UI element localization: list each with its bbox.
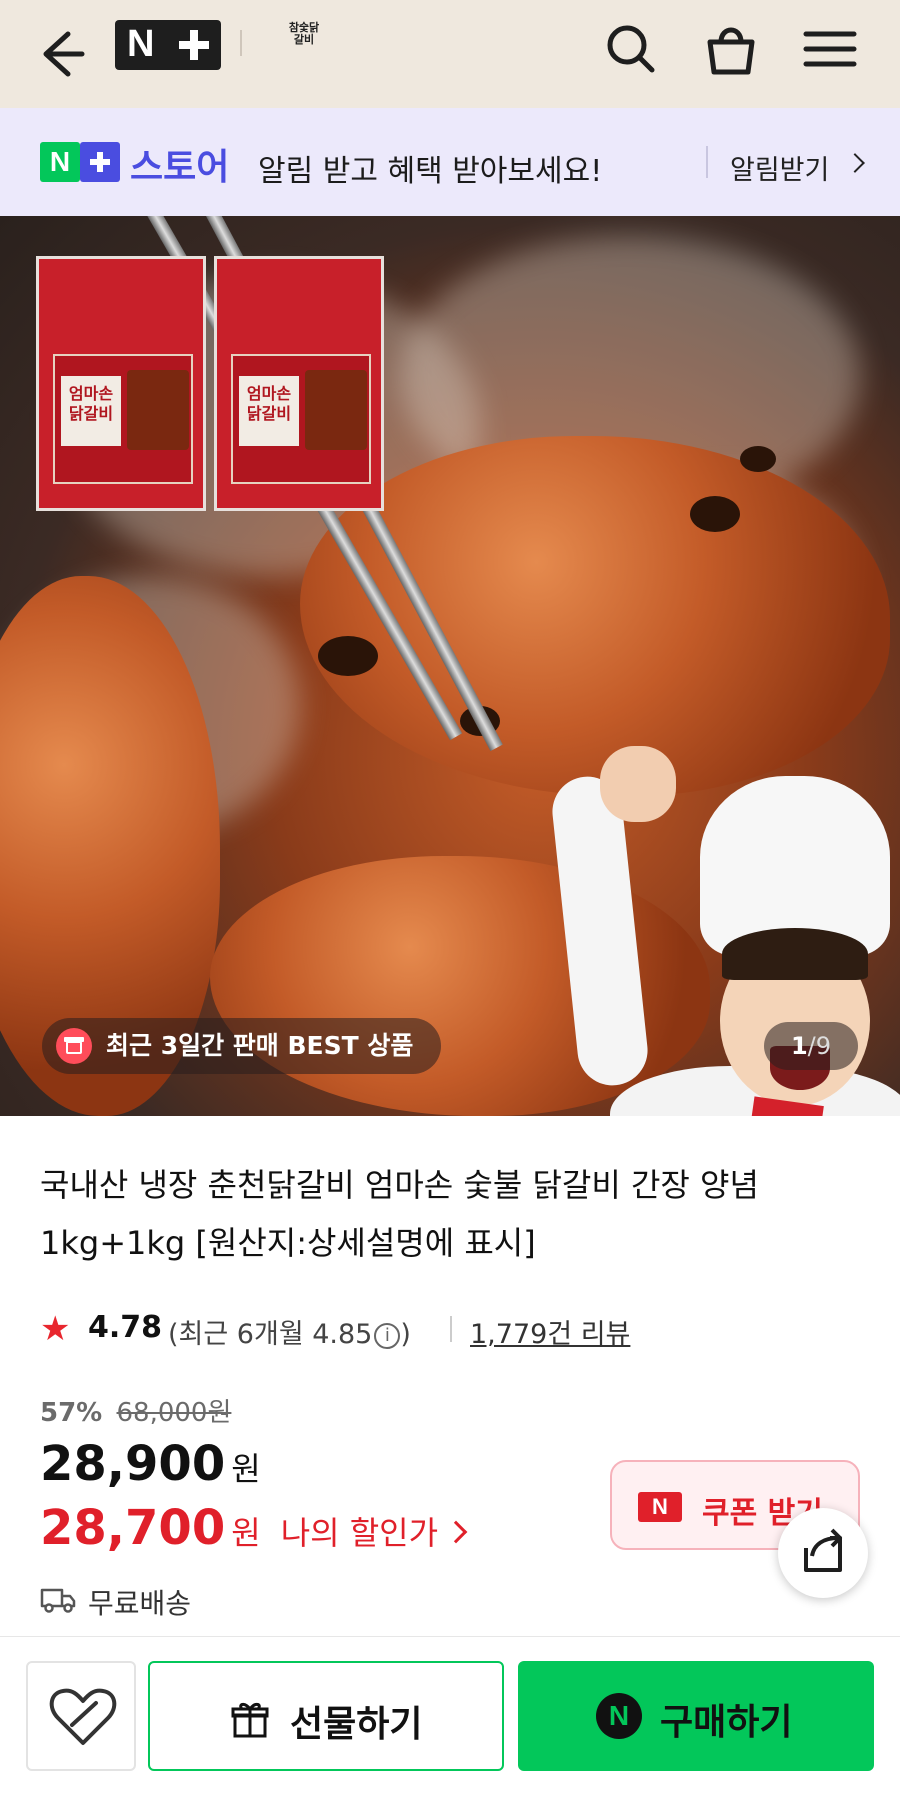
gift-button-label: 선물하기 [290, 1704, 423, 1745]
brand-logo-line-2: 갈비 [293, 33, 315, 46]
original-price: 68,000원 [116, 1398, 232, 1428]
plus-icon-vertical [190, 30, 198, 60]
recent-rating[interactable]: (최근 6개월 4.85 i) [168, 1312, 411, 1351]
wishlist-button[interactable] [26, 1661, 136, 1771]
star-icon: ★ [40, 1309, 71, 1349]
discount-row: 57% 68,000원 [40, 1392, 231, 1429]
gift-icon [231, 1702, 269, 1738]
product-package-image: 엄마손 닭갈비 [36, 256, 206, 511]
buy-button[interactable]: N 구매하기 [518, 1661, 874, 1771]
notification-opt-in-link[interactable]: 알림받기 [730, 148, 829, 187]
package-label: 엄마손 닭갈비 [239, 376, 299, 446]
sale-price: 28,900 [40, 1436, 226, 1492]
share-button[interactable] [778, 1508, 868, 1598]
brand-logo[interactable]: 참숯닭 갈비 [280, 22, 328, 66]
menu-icon[interactable] [796, 14, 866, 84]
recent-rating-suffix: ) [400, 1319, 411, 1350]
rating-row: ★ 4.78 (최근 6개월 4.85 i) 1,779건 리뷰 [40, 1306, 860, 1350]
store-label: 스토어 [130, 147, 230, 188]
divider [240, 30, 242, 56]
product-image-carousel[interactable]: 엄마손 닭갈비 엄마손 닭갈비 최근 3일간 판매 BEST 상품 1/9 [0, 216, 900, 1116]
nplus-logo-letter: N [127, 23, 155, 65]
divider [450, 1316, 452, 1342]
share-icon [804, 1528, 842, 1572]
truck-icon [40, 1588, 76, 1613]
my-discount-price-row[interactable]: 28,700 원 나의 할인가 [40, 1500, 468, 1556]
naver-coupon-icon: N [638, 1492, 682, 1522]
top-bar: N 참숯닭 갈비 [0, 0, 900, 108]
product-title: 국내산 냉장 춘천닭갈비 엄마손 숯불 닭갈비 간장 양념 1kg+1kg [원… [40, 1166, 759, 1262]
heart-icon [49, 1688, 117, 1745]
notification-banner[interactable]: N 스토어 알림 받고 혜택 받아보세요! 알림받기 [0, 108, 900, 216]
shopping-bag-icon[interactable] [696, 14, 766, 84]
shipping-label: 무료배송 [88, 1587, 192, 1620]
naver-pay-icon: N [596, 1693, 642, 1739]
divider [706, 146, 708, 178]
product-package-image: 엄마손 닭갈비 [214, 256, 384, 511]
plus-icon [80, 142, 120, 182]
image-counter-separator: / [807, 1032, 816, 1060]
image-counter-total: 9 [815, 1032, 832, 1060]
back-arrow-icon[interactable] [28, 20, 92, 84]
gift-button[interactable]: 선물하기 [148, 1661, 504, 1771]
best-seller-label: 최근 3일간 판매 BEST 상품 [106, 1031, 414, 1060]
currency-label: 원 [231, 1450, 261, 1488]
nplus-store-icon: N [40, 142, 120, 182]
gift-box-icon [56, 1028, 92, 1064]
image-counter: 1/9 [764, 1022, 858, 1070]
bottom-action-bar: 선물하기 N 구매하기 [0, 1636, 900, 1808]
review-count-link[interactable]: 1,779건 리뷰 [470, 1312, 630, 1351]
best-seller-badge: 최근 3일간 판매 BEST 상품 [42, 1018, 442, 1074]
recent-rating-prefix: (최근 6개월 4.85 [168, 1319, 373, 1350]
image-counter-current: 1 [790, 1032, 808, 1060]
sale-price-row: 28,900 원 [40, 1436, 261, 1492]
my-discount-label: 나의 할인가 [280, 1514, 439, 1552]
notice-message: 알림 받고 혜택 받아보세요! [258, 154, 603, 189]
buy-button-label: 구매하기 [660, 1702, 793, 1743]
chevron-right-icon [444, 1520, 468, 1544]
currency-label: 원 [231, 1514, 261, 1552]
search-icon[interactable] [596, 14, 666, 84]
chevron-right-icon [845, 153, 865, 173]
n-letter: N [40, 142, 80, 182]
nplus-logo[interactable]: N [115, 20, 221, 70]
rating-score: 4.78 [88, 1310, 163, 1345]
package-label: 엄마손 닭갈비 [61, 376, 121, 446]
info-icon[interactable]: i [374, 1323, 401, 1349]
my-discount-price: 28,700 [40, 1500, 226, 1556]
discount-rate: 57% [40, 1398, 103, 1428]
